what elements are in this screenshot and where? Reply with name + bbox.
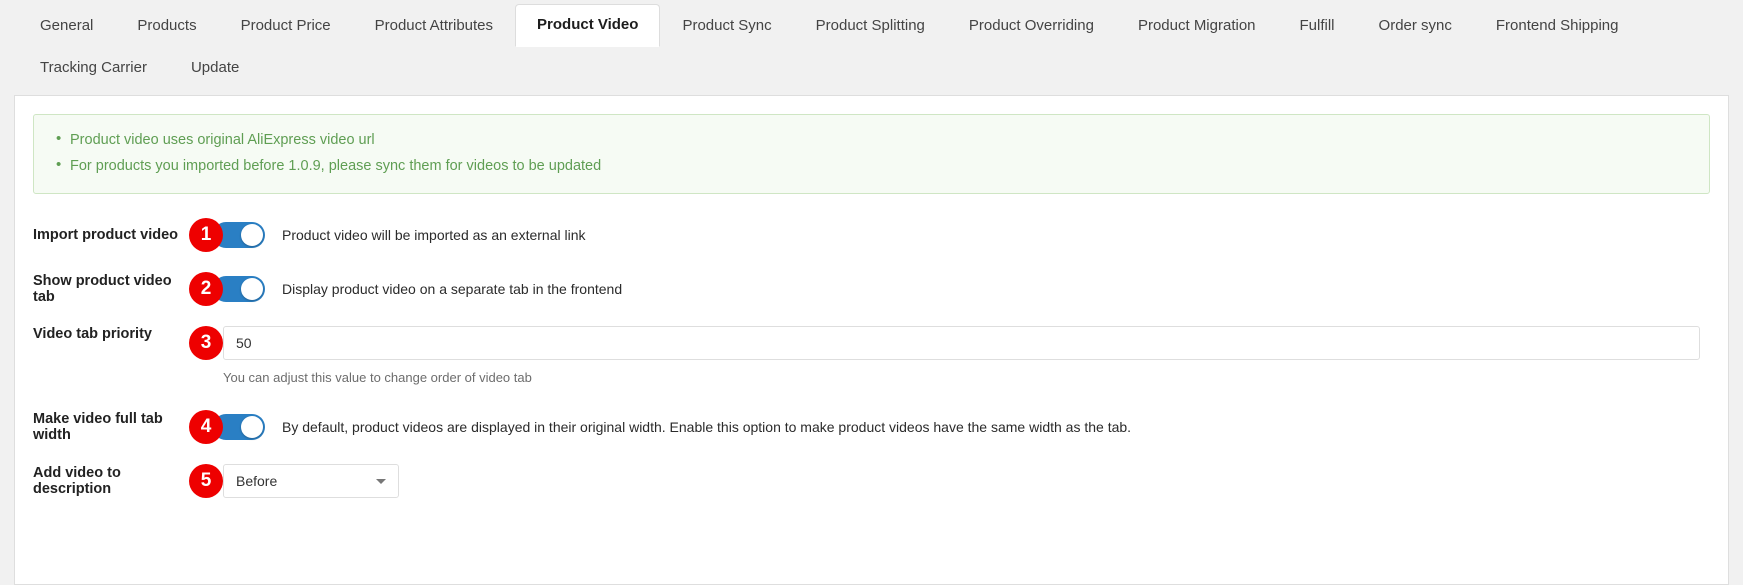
- step-badge-4: 4: [189, 410, 223, 444]
- desc-import-product-video: Product video will be imported as an ext…: [282, 227, 586, 243]
- tab-product-splitting[interactable]: Product Splitting: [794, 5, 947, 47]
- step-badge-5: 5: [189, 464, 223, 498]
- video-tab-priority-field-group: You can adjust this value to change orde…: [223, 326, 1700, 387]
- tab-product-video[interactable]: Product Video: [515, 4, 661, 47]
- label-video-tab-priority: Video tab priority: [33, 326, 152, 342]
- row-make-video-full-tab-width: Make video full tab width 4 By default, …: [33, 400, 1710, 454]
- notice-list: Product video uses original AliExpress v…: [50, 126, 1693, 179]
- tab-list: General Products Product Price Product A…: [18, 0, 1725, 88]
- select-add-video-to-description[interactable]: Before: [223, 464, 399, 498]
- step-badge-2: 2: [189, 272, 223, 306]
- tab-product-sync[interactable]: Product Sync: [660, 5, 793, 47]
- tab-fulfill[interactable]: Fulfill: [1278, 5, 1357, 47]
- row-video-tab-priority: Video tab priority 3 You can adjust this…: [33, 316, 1710, 400]
- tab-product-attributes[interactable]: Product Attributes: [353, 5, 515, 47]
- toggle-knob: [241, 416, 263, 438]
- label-add-video-to-description: Add video to description: [33, 465, 121, 497]
- info-notice: Product video uses original AliExpress v…: [33, 114, 1710, 194]
- label-show-product-video-tab: Show product video tab: [33, 273, 172, 305]
- notice-item: For products you imported before 1.0.9, …: [50, 152, 1693, 179]
- toggle-knob: [241, 224, 263, 246]
- desc-show-product-video-tab: Display product video on a separate tab …: [282, 281, 623, 297]
- row-show-product-video-tab: Show product video tab 2 Display product…: [33, 262, 1710, 316]
- input-video-tab-priority[interactable]: [223, 326, 1700, 360]
- step-badge-1: 1: [189, 218, 223, 252]
- step-badge-3: 3: [189, 326, 223, 360]
- tab-bar: General Products Product Price Product A…: [0, 0, 1743, 88]
- row-import-product-video: Import product video 1 Product video wil…: [33, 208, 1710, 262]
- settings-form: Import product video 1 Product video wil…: [33, 194, 1710, 508]
- tab-order-sync[interactable]: Order sync: [1357, 5, 1474, 47]
- tab-products[interactable]: Products: [115, 5, 218, 47]
- label-make-video-full-tab-width: Make video full tab width: [33, 411, 163, 443]
- desc-make-video-full-tab-width: By default, product videos are displayed…: [282, 419, 1132, 435]
- toggle-knob: [241, 278, 263, 300]
- row-add-video-to-description: Add video to description 5 Before: [33, 454, 1710, 508]
- tab-product-migration[interactable]: Product Migration: [1116, 5, 1278, 47]
- label-import-product-video: Import product video: [33, 227, 178, 243]
- chevron-down-icon: [376, 478, 386, 484]
- tab-tracking-carrier[interactable]: Tracking Carrier: [18, 47, 169, 89]
- tab-product-overriding[interactable]: Product Overriding: [947, 5, 1116, 47]
- tab-frontend-shipping[interactable]: Frontend Shipping: [1474, 5, 1641, 47]
- select-value: Before: [236, 473, 278, 489]
- tab-general[interactable]: General: [18, 5, 115, 47]
- help-video-tab-priority: You can adjust this value to change orde…: [223, 370, 532, 385]
- notice-item: Product video uses original AliExpress v…: [50, 126, 1693, 153]
- settings-panel: Product video uses original AliExpress v…: [14, 95, 1729, 585]
- tab-product-price[interactable]: Product Price: [219, 5, 353, 47]
- tab-update[interactable]: Update: [169, 47, 261, 89]
